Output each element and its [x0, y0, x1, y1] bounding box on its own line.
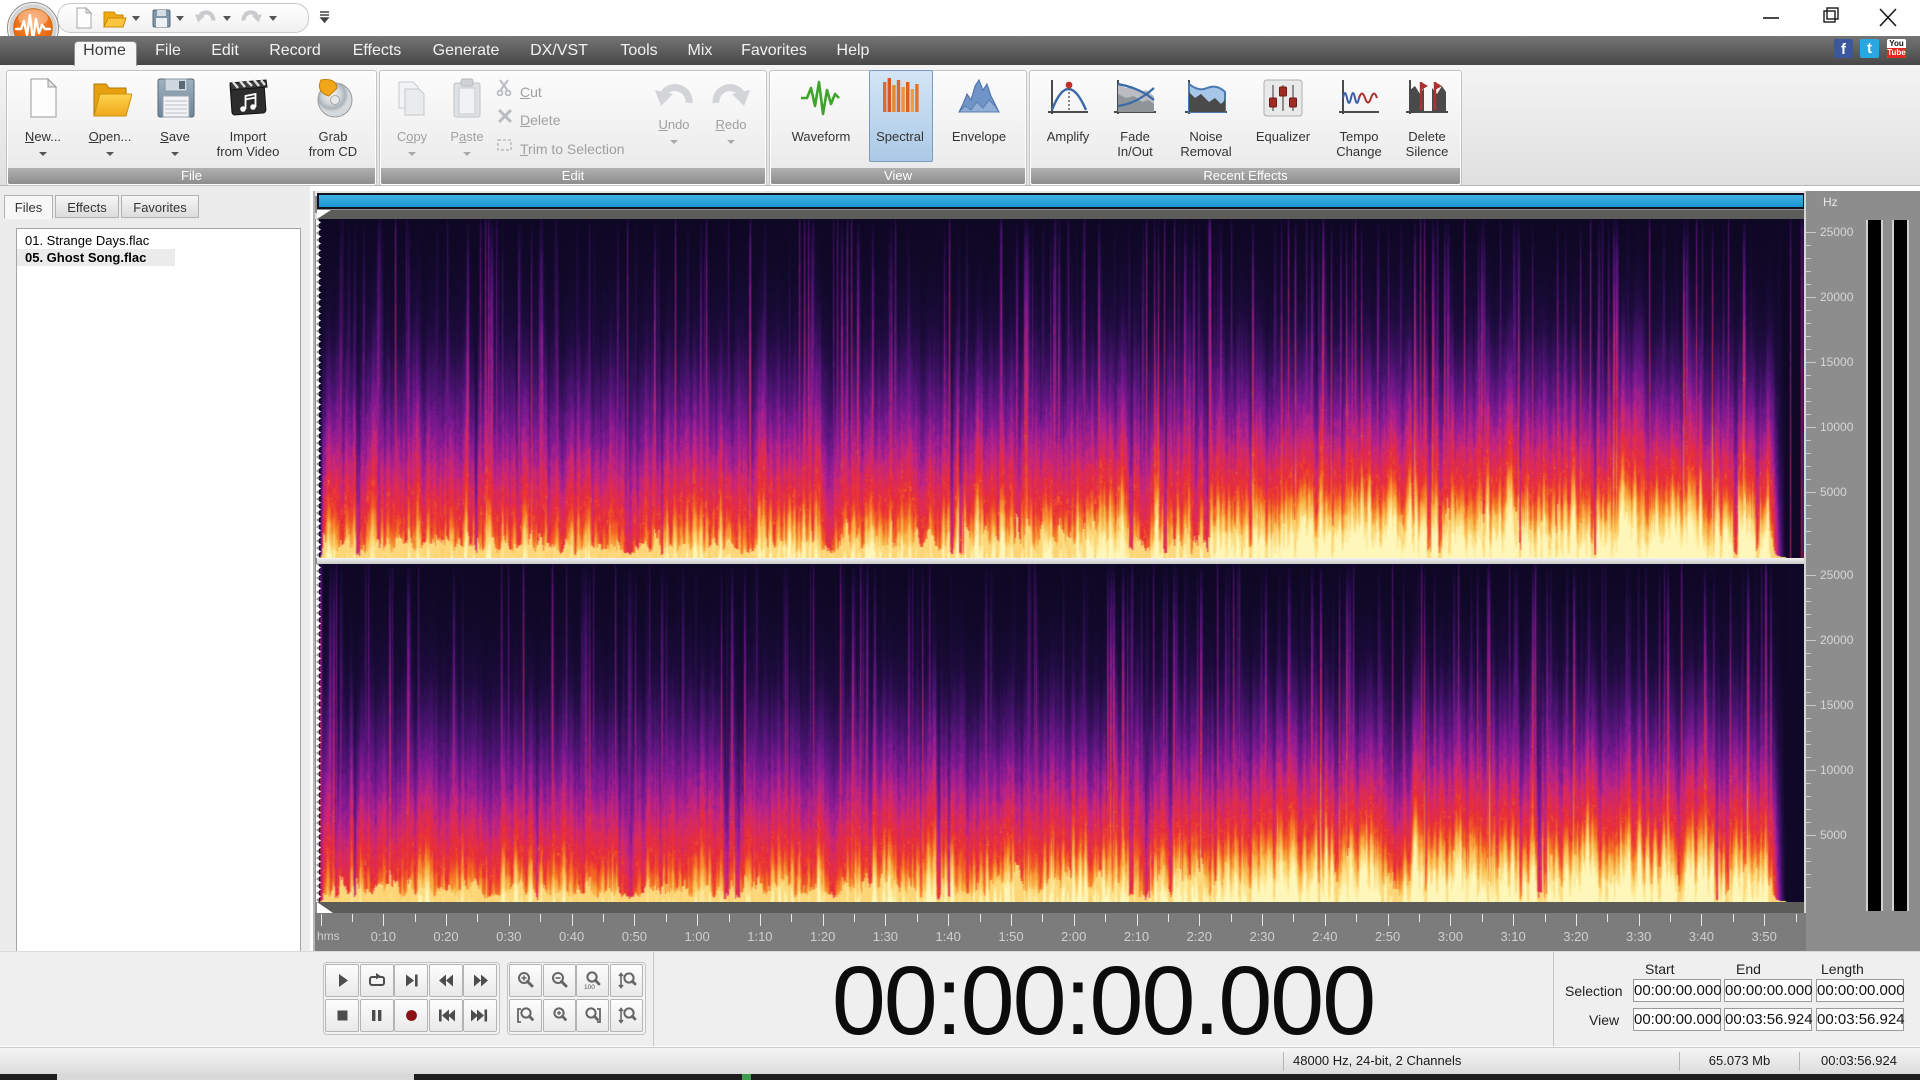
svg-text:100: 100	[584, 984, 595, 991]
